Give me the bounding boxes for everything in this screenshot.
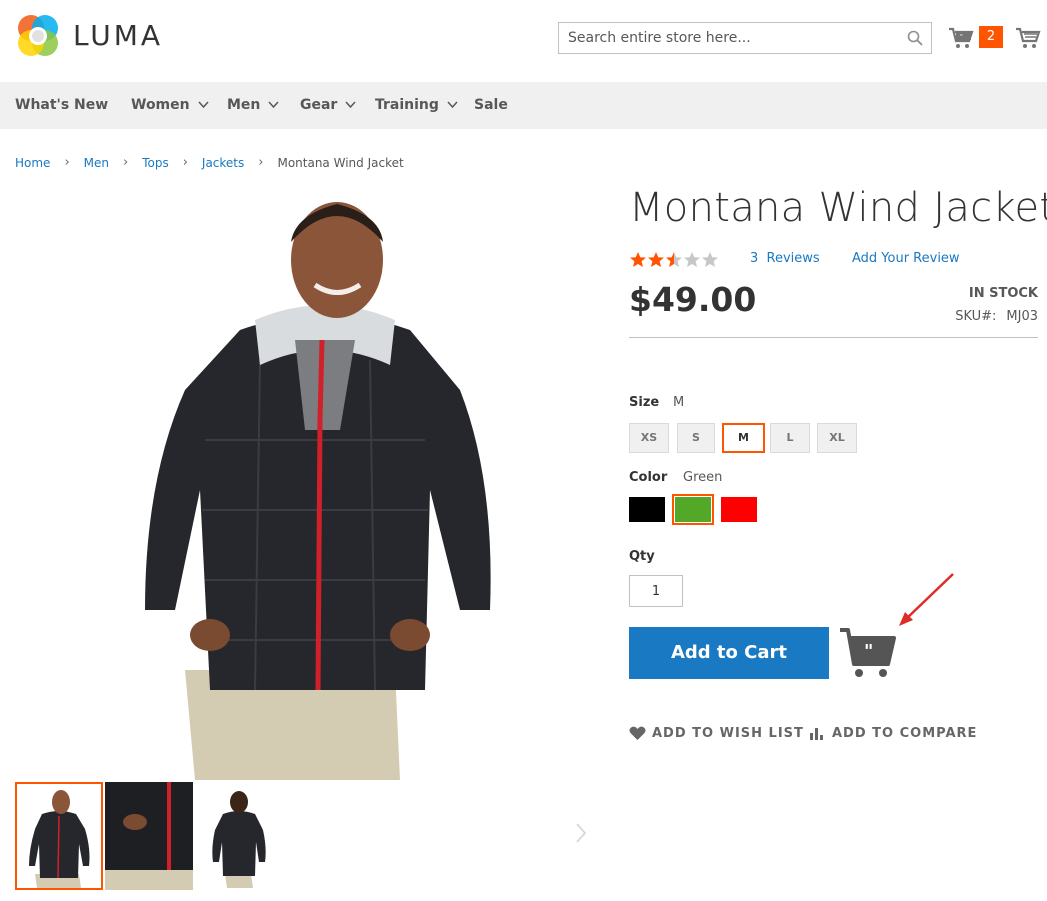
star-half-icon: [666, 252, 682, 267]
svg-text:": ": [960, 34, 963, 41]
main-navigation: What's New Women Men Gear Training Sale: [0, 82, 1047, 129]
breadcrumb: Home › Men › Tops › Jackets › Montana Wi…: [15, 155, 404, 170]
nav-item-label: Training: [375, 97, 439, 113]
color-swatch-black[interactable]: [629, 497, 665, 522]
add-to-compare-link[interactable]: ADD TO COMPARE: [809, 726, 977, 741]
product-main-image[interactable]: [90, 190, 560, 780]
nav-item-gear[interactable]: Gear: [300, 97, 356, 113]
cart-count-badge[interactable]: 2: [979, 26, 1003, 48]
thumbnail-detail[interactable]: [105, 782, 193, 890]
star-empty-icon: [684, 252, 700, 267]
breadcrumb-tops[interactable]: Tops: [142, 156, 169, 170]
size-selected-value: M: [673, 395, 685, 410]
color-label: Color: [629, 470, 668, 485]
search-box: [558, 22, 932, 54]
breadcrumb-separator-icon: ›: [182, 155, 188, 170]
color-selected-value: Green: [683, 470, 723, 485]
breadcrumb-separator-icon: ›: [122, 155, 129, 170]
size-option-m[interactable]: M: [722, 423, 765, 453]
size-label: Size: [629, 395, 660, 410]
thumbnail-back-image: [212, 791, 266, 888]
chevron-down-icon: [447, 101, 458, 109]
thumbnail-detail-image: [105, 782, 193, 890]
chevron-down-icon: [268, 101, 279, 109]
rating-stars: [629, 251, 719, 268]
gallery-next-arrow-icon[interactable]: [574, 822, 588, 844]
cart-icon: ": [840, 628, 896, 677]
color-swatch-red[interactable]: [721, 497, 757, 522]
breadcrumb-separator-icon: ›: [64, 155, 70, 170]
annotation-arrow-icon: [899, 573, 954, 626]
nav-item-label: Sale: [474, 97, 508, 113]
reviews-label: Reviews: [766, 251, 820, 266]
wishlist-label: ADD TO WISH LIST: [652, 726, 804, 741]
nav-item-men[interactable]: Men: [227, 97, 279, 113]
nav-item-whats-new[interactable]: What's New: [15, 97, 108, 113]
nav-item-label: What's New: [15, 97, 109, 113]
logo-text[interactable]: LUMA: [73, 19, 163, 52]
svg-text:": ": [864, 641, 873, 662]
star-empty-icon: [702, 252, 718, 267]
sku-line: SKU#: MJ03: [955, 309, 1038, 324]
sku-value: MJ03: [1006, 309, 1038, 324]
thumbnail-front-image: [29, 790, 90, 888]
qty-label: Qty: [629, 549, 655, 564]
nav-item-women[interactable]: Women: [131, 97, 209, 113]
chevron-down-icon: [198, 101, 209, 109]
add-review-link[interactable]: Add Your Review: [852, 251, 960, 266]
reviews-count: 3: [750, 251, 759, 266]
nav-item-sale[interactable]: Sale: [474, 97, 508, 113]
header: LUMA " 2: [0, 0, 1047, 82]
breadcrumb-current: Montana Wind Jacket: [277, 155, 404, 170]
nav-item-training[interactable]: Training: [375, 97, 458, 113]
reviews-link[interactable]: 3 Reviews: [750, 251, 820, 266]
add-to-wishlist-link[interactable]: ADD TO WISH LIST: [629, 726, 804, 741]
breadcrumb-men[interactable]: Men: [84, 156, 109, 170]
chevron-down-icon: [345, 101, 356, 109]
star-filled-icon: [648, 252, 664, 267]
minicart-icon[interactable]: ": [948, 26, 974, 50]
luma-logo-icon[interactable]: [15, 13, 61, 59]
size-option-xl[interactable]: XL: [817, 423, 857, 453]
sku-label: SKU#:: [955, 309, 997, 324]
breadcrumb-jackets[interactable]: Jackets: [202, 156, 244, 170]
breadcrumb-home[interactable]: Home: [15, 156, 50, 170]
size-option-xs[interactable]: XS: [629, 423, 669, 453]
nav-item-label: Men: [227, 97, 261, 113]
stock-status: IN STOCK: [968, 286, 1038, 301]
info-divider: [629, 337, 1038, 338]
breadcrumb-separator-icon: ›: [258, 155, 264, 170]
thumbnail-front[interactable]: [15, 782, 103, 890]
cart-icon[interactable]: [1015, 26, 1041, 50]
bar-chart-icon: [810, 728, 823, 740]
product-title: Montana Wind Jacket: [629, 185, 1047, 231]
nav-item-label: Women: [131, 97, 190, 113]
product-price: $49.00: [629, 280, 757, 319]
color-swatch-green[interactable]: [672, 494, 714, 525]
nav-item-label: Gear: [300, 97, 338, 113]
star-filled-icon: [630, 252, 646, 267]
search-input[interactable]: [559, 23, 889, 53]
thumbnail-back[interactable]: [195, 782, 283, 890]
compare-label: ADD TO COMPARE: [832, 726, 978, 741]
size-option-s[interactable]: S: [677, 423, 715, 453]
add-to-cart-button[interactable]: Add to Cart: [629, 627, 829, 679]
size-option-l[interactable]: L: [770, 423, 810, 453]
search-icon[interactable]: [907, 30, 923, 46]
heart-icon: [629, 726, 646, 740]
qty-input[interactable]: [629, 575, 683, 607]
